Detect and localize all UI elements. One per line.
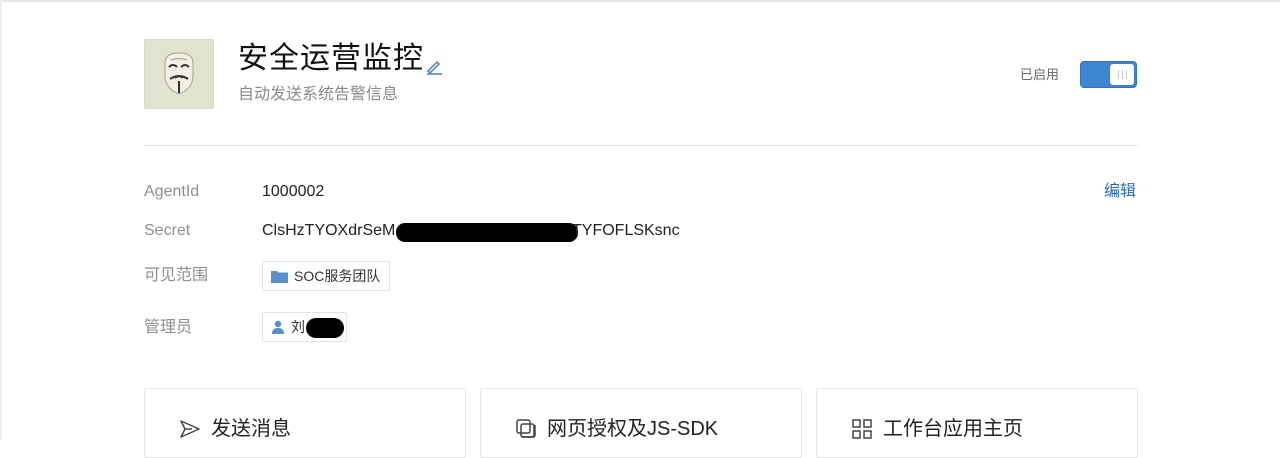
left-border xyxy=(0,0,2,440)
status-label: 已启用 xyxy=(1020,67,1060,82)
edit-name-icon[interactable] xyxy=(424,56,444,76)
toggle-knob xyxy=(1110,64,1134,85)
user-icon xyxy=(272,320,284,334)
secret-prefix: ClsHzTYOXdrSeM xyxy=(262,222,396,239)
folder-icon xyxy=(271,270,288,283)
admin-redaction xyxy=(306,318,344,338)
visibility-tag[interactable]: SOC服务团队 xyxy=(262,261,391,291)
app-description: 自动发送系统告警信息 xyxy=(238,86,399,103)
visibility-label: 可见范围 xyxy=(144,267,209,284)
top-border xyxy=(0,0,1280,2)
copy-icon xyxy=(516,419,536,438)
card-send-message[interactable]: 发送消息 xyxy=(144,388,466,458)
card-web-auth-jssdk[interactable]: 网页授权及JS-SDK xyxy=(480,388,802,458)
secret-suffix: TYFOFLSKsnc xyxy=(572,222,680,239)
admin-name: 刘 xyxy=(291,319,305,335)
card-title: 网页授权及JS-SDK xyxy=(547,418,719,440)
divider xyxy=(144,145,1138,146)
send-icon xyxy=(180,420,200,438)
edit-link[interactable]: 编辑 xyxy=(1104,181,1136,203)
admin-label: 管理员 xyxy=(144,319,193,336)
card-title: 工作台应用主页 xyxy=(883,418,1023,440)
agentid-label: AgentId xyxy=(144,183,200,200)
card-title: 发送消息 xyxy=(211,418,291,440)
card-workbench-home[interactable]: 工作台应用主页 xyxy=(816,388,1138,458)
agentid-value: 1000002 xyxy=(262,183,325,200)
app-title: 安全运营监控 xyxy=(238,42,424,75)
enable-toggle[interactable] xyxy=(1080,61,1137,88)
grid-icon xyxy=(852,419,872,439)
app-avatar-icon xyxy=(144,39,214,109)
visibility-tag-label: SOC服务团队 xyxy=(294,268,381,284)
secret-redaction xyxy=(396,223,578,242)
secret-label: Secret xyxy=(144,222,191,239)
